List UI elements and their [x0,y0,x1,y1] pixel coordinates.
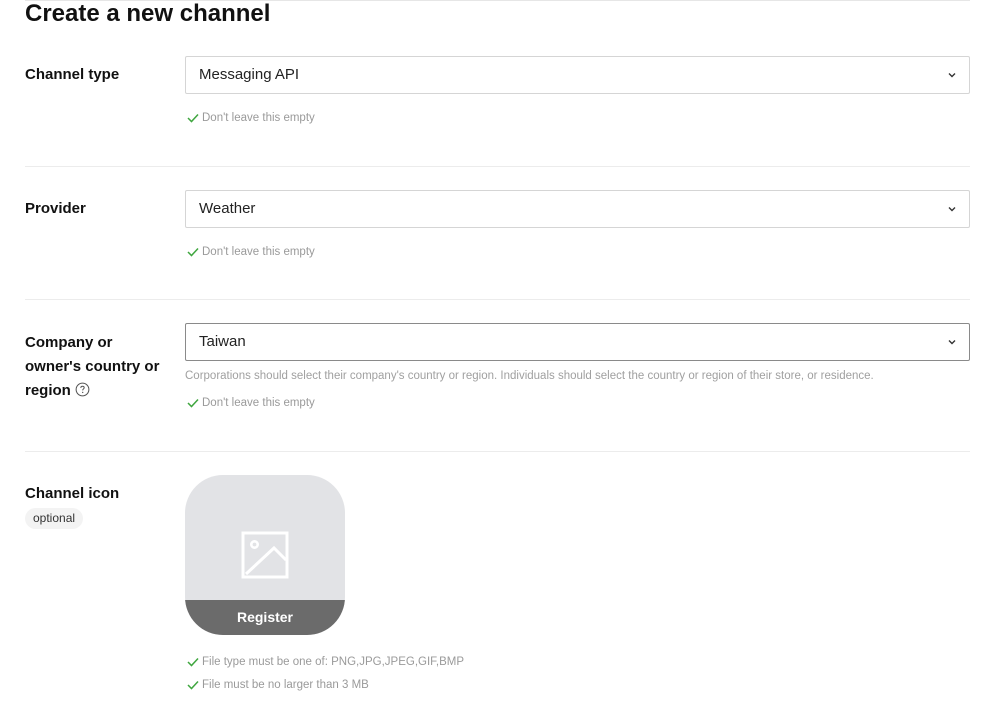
section-divider [25,166,970,167]
provider-select[interactable]: Weather [185,190,970,228]
check-icon [187,680,199,690]
country-value: Taiwan [199,333,246,350]
channel-type-validation: Don't leave this empty [187,111,315,125]
file-size-rule-text: File must be no larger than 3 MB [202,679,369,691]
provider-validation: Don't leave this empty [187,245,315,259]
chevron-down-icon [948,340,956,345]
check-icon [187,657,199,667]
channel-type-label: Channel type [25,66,120,83]
file-type-rule: File type must be one of: PNG,JPG,JPEG,G… [187,655,464,669]
file-type-rule-text: File type must be one of: PNG,JPG,JPEG,G… [202,656,465,668]
channel-type-validation-text: Don't leave this empty [202,112,315,124]
provider-label: Provider [25,200,86,217]
page-title: Create a new channel [25,0,271,27]
provider-validation-text: Don't leave this empty [202,246,315,258]
file-size-rule: File must be no larger than 3 MB [187,678,369,692]
country-label-line-1: Company or [25,334,113,351]
image-placeholder-icon [241,531,289,579]
register-button[interactable]: Register [185,600,345,635]
chevron-down-icon [948,207,956,212]
country-validation: Don't leave this empty [187,396,315,410]
help-circle-icon[interactable] [75,382,90,397]
section-divider [25,451,970,452]
country-label: Company or owner's country or region [25,331,159,403]
country-validation-text: Don't leave this empty [202,397,315,409]
check-icon [187,398,199,408]
country-label-line-2: owner's country or [25,358,160,375]
optional-badge: optional [25,508,84,529]
chevron-down-icon [948,73,956,78]
channel-icon-uploader[interactable]: Register [185,475,345,635]
country-label-line-3-text: region [25,382,71,399]
section-divider [25,299,970,300]
country-label-line-3: region [25,379,159,403]
channel-type-value: Messaging API [199,66,300,83]
country-helper-text: Corporations should select their company… [185,370,874,382]
channel-type-select[interactable]: Messaging API [185,56,970,94]
channel-icon-label: Channel icon [25,485,120,502]
check-icon [187,247,199,257]
check-icon [187,113,199,123]
provider-value: Weather [199,200,256,217]
country-select[interactable]: Taiwan [185,323,970,361]
